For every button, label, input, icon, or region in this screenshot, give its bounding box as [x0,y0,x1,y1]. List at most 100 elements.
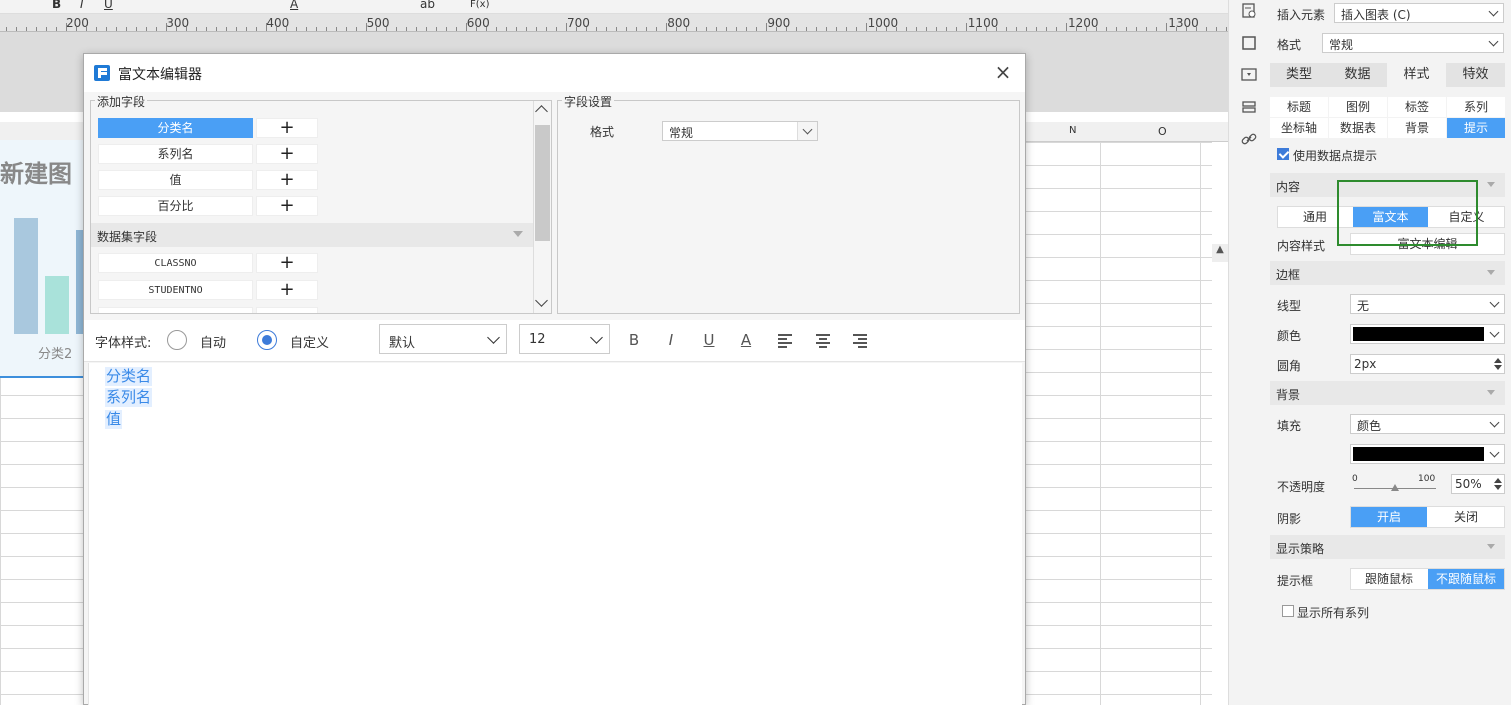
border-color-picker[interactable] [1350,324,1505,344]
format-select[interactable]: 常规 [1322,33,1504,53]
ruler-tick [26,27,27,31]
field-tag[interactable]: 值 [105,410,123,429]
field-name-partial[interactable] [98,307,253,313]
field-name-classno[interactable]: CLASSNO [98,253,253,273]
underline-button[interactable]: U [701,332,717,350]
align-center-icon[interactable] [816,334,830,348]
italic-button[interactable]: I [80,0,84,11]
subtab-axis[interactable]: 坐标轴 [1270,118,1328,138]
bold-button[interactable]: B [626,332,642,350]
field-tag[interactable]: 系列名 [105,388,153,407]
add-field-button[interactable] [256,307,318,313]
add-field-button[interactable]: + [256,280,318,300]
bold-button[interactable]: B [52,0,61,11]
align-left-icon[interactable] [778,334,792,348]
rich-text-content-editor[interactable]: 分类名 系列名 值 [88,363,1022,705]
ruler-tick [956,27,957,31]
ruler-tick [896,27,897,31]
font-size-select[interactable]: 12 [519,324,610,354]
spin-down-icon[interactable] [1494,485,1502,490]
ruler-tick [596,27,597,31]
field-name-studentno[interactable]: STUDENTNO [98,280,253,300]
text-button[interactable]: ab [420,0,435,11]
background-section-header[interactable]: 背景 [1270,381,1505,405]
show-all-series-checkbox[interactable] [1282,605,1294,617]
underline-button[interactable]: U [104,0,113,11]
field-name-percent[interactable]: 百分比 [98,196,253,216]
opacity-spinner[interactable]: 50% [1451,474,1505,494]
shadow-on[interactable]: 开启 [1351,507,1427,527]
tab-type[interactable]: 类型 [1270,63,1328,87]
add-field-button[interactable]: + [256,253,318,273]
field-tag[interactable]: 分类名 [105,367,153,386]
subtab-datatable[interactable]: 数据表 [1329,118,1387,138]
spin-down-icon[interactable] [1494,365,1502,370]
scroll-down-icon[interactable] [535,294,548,307]
align-right-icon[interactable] [853,334,867,348]
dataset-fields-header[interactable]: 数据集字段 [91,223,533,247]
tab-data[interactable]: 数据 [1328,63,1387,87]
subtab-label[interactable]: 标签 [1388,97,1446,117]
field-name-category[interactable]: 分类名 [98,118,253,138]
sheet-scroll-up-button[interactable]: ▲ [1212,244,1228,262]
radius-spinner[interactable]: 2px [1350,354,1505,374]
ruler-tick [866,23,867,31]
font-color-button[interactable]: A [738,332,754,350]
spin-up-icon[interactable] [1494,478,1502,483]
chart-preview[interactable]: 新建图 分类2 [0,140,90,378]
font-color-button[interactable]: A [290,0,298,11]
italic-button[interactable]: I [663,332,679,350]
subtab-legend[interactable]: 图例 [1329,97,1387,117]
add-field-button[interactable]: + [256,170,318,190]
opacity-slider-thumb[interactable] [1391,484,1399,491]
formula-button[interactable]: F(x) [470,0,489,10]
fill-select[interactable]: 颜色 [1350,414,1505,434]
spin-up-icon[interactable] [1494,358,1502,363]
background-section-label: 背景 [1276,388,1301,402]
field-name-series[interactable]: 系列名 [98,144,253,164]
radio-auto[interactable] [167,330,187,350]
template-icon[interactable] [1241,67,1257,83]
subtab-title[interactable]: 标题 [1270,97,1328,117]
display-section-header[interactable]: 显示策略 [1270,535,1505,559]
cell-properties-icon[interactable] [1241,3,1257,19]
format-select[interactable]: 常规 [662,121,818,141]
font-style-label: 字体样式: [95,336,152,351]
field-list-scrollbar[interactable] [533,101,551,313]
add-field-button[interactable]: + [256,196,318,216]
scroll-up-icon[interactable] [535,105,548,118]
ruler-tick [536,27,537,31]
line-type-select[interactable]: 无 [1350,294,1505,314]
border-section-header[interactable]: 边框 [1270,261,1505,285]
add-field-button[interactable]: + [256,144,318,164]
shadow-off[interactable]: 关闭 [1428,507,1504,527]
subtab-series[interactable]: 系列 [1447,97,1505,117]
radio-custom[interactable] [257,330,277,350]
widget-properties-icon[interactable] [1241,35,1257,51]
subtab-tooltip[interactable]: 提示 [1447,118,1505,138]
subtab-background[interactable]: 背景 [1388,118,1446,138]
use-tooltip-checkbox[interactable] [1277,148,1289,160]
tab-style[interactable]: 样式 [1387,63,1446,87]
column-header-n: N [1069,125,1077,136]
not-follow-mouse-option[interactable]: 不跟随鼠标 [1428,569,1504,589]
tab-effects[interactable]: 特效 [1446,63,1505,87]
insert-element-select[interactable]: 插入图表 (C) [1334,3,1504,23]
close-button[interactable]: × [993,62,1013,82]
link-icon[interactable] [1241,131,1257,147]
ruler-tick [1156,27,1157,31]
follow-mouse-option[interactable]: 跟随鼠标 [1351,569,1427,589]
ruler-tick [486,27,487,31]
add-field-button[interactable]: + [256,118,318,138]
ruler-tick [396,27,397,31]
ruler-tick [206,27,207,31]
collapse-arrow-icon [1487,270,1495,275]
field-name-value[interactable]: 值 [98,170,253,190]
font-family-select[interactable]: 默认 [379,324,507,354]
ruler-tick [726,27,727,31]
dialog-title-bar[interactable]: 富文本编辑器 × [84,54,1025,92]
fill-color-picker[interactable] [1350,444,1505,464]
ruler-tick [86,27,87,31]
layers-icon[interactable] [1241,99,1257,115]
scroll-thumb[interactable] [535,125,550,241]
